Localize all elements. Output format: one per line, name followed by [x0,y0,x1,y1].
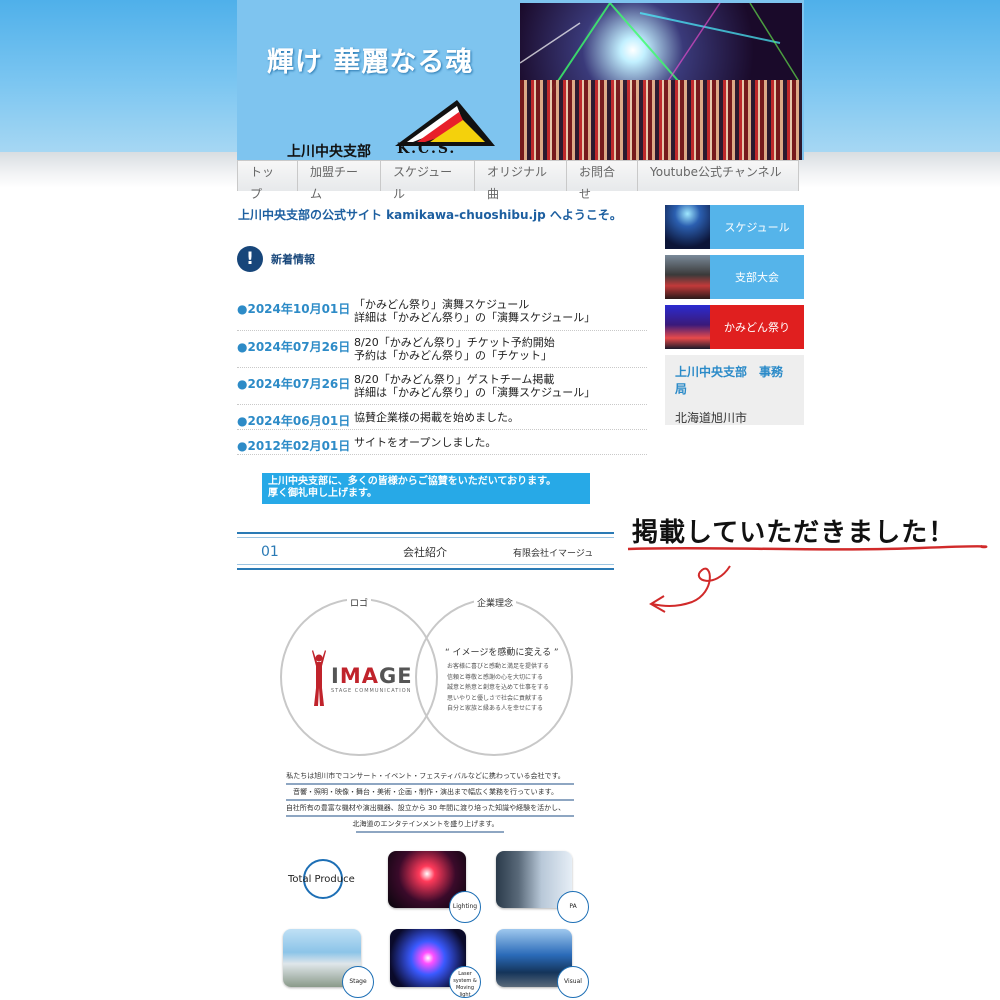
sponsor-thanks-banner: 上川中央支部に、多くの皆様からご協賛をいただいております。 厚く御礼申し上げます… [262,473,590,504]
venn-circles [280,598,573,756]
sponsor-section-header: 01 会社紹介 有限会社イマージュ [237,532,614,570]
philosophy-label: 企業理念 [474,596,517,609]
nav-item-schedule[interactable]: スケジュール [381,161,475,201]
news-date: ●2024年07月26日 [237,377,351,391]
header-branch: 上川中央支部 [287,144,371,160]
news-date: ●2012年02月01日 [237,439,351,453]
sidebar-item-kamidon-festival[interactable]: かみどん祭り [665,305,804,349]
news-line: 8/20「かみどん祭り」ゲストチーム掲載 [354,373,555,386]
section-number: 01 [261,544,279,560]
news-date: ●2024年10月01日 [237,302,351,316]
schedule-thumbnail [665,205,710,249]
sidebar-label: 支部大会 [735,271,779,284]
logo-main-letter: MA [339,664,379,688]
news-heading: 新着情報 [271,253,315,266]
sidebar-item-schedule[interactable]: スケジュール [665,205,804,249]
news-item[interactable]: ●2012年02月01日 サイトをオープンしました。 [237,430,647,455]
nav-item-top[interactable]: トップ [237,161,298,201]
news-date: ●2024年06月01日 [237,414,351,428]
philosophy-line: 誠意と熱意と創意を込めて仕事をする [447,684,550,691]
news-line: 「かみどん祭り」演舞スケジュール [354,298,530,311]
philosophy-line: 信頼と尊敬と感謝の心を大切にする [447,673,544,681]
total-produce-label: Total Produce [288,874,355,885]
thanks-line: 上川中央支部に、多くの皆様からご協賛をいただいております。 [268,476,557,487]
sidebar-label: かみどん祭り [724,321,790,334]
news-line: 予約は「かみどん祭り」の「チケット」 [354,349,552,362]
exclamation-icon: ! [237,246,263,272]
news-list: ●2024年10月01日 「かみどん祭り」演舞スケジュール 詳細は「かみどん祭り… [237,296,647,455]
news-line: サイトをオープンしました。 [354,436,497,449]
philosophy-line: お客様に喜びと感動と満足を提供する [447,663,550,670]
news-item[interactable]: ●2024年07月26日 8/20「かみどん祭り」ゲストチーム掲載 詳細は「かみ… [237,368,647,405]
tournament-thumbnail [665,255,710,299]
logo-label: ロゴ [347,596,372,609]
section-title: 会社紹介 [403,546,447,559]
company-logo-subtitle: STAGE COMMUNICATION [331,688,412,694]
nav-item-youtube[interactable]: Youtube公式チャンネル [638,161,799,191]
news-line: 協賛企業様の掲載を始めました。 [354,411,519,424]
news-date: ●2024年07月26日 [237,340,351,354]
company-logo-text: IMAGE [331,664,413,688]
description-underlines [286,783,574,833]
philosophy-list: お客様に喜びと感動と満足を提供する 信頼と尊敬と感謝の心を大切にする 誠意と熱意… [447,662,549,715]
thanks-line: 厚く御礼申し上げます。 [268,488,377,499]
news-line: 詳細は「かみどん祭り」の「演舞スケジュール」 [354,311,596,324]
laser-badge: Laser system & Moving light [449,966,481,998]
news-text: 「かみどん祭り」演舞スケジュール 詳細は「かみどん祭り」の「演舞スケジュール」 [354,298,595,326]
stage-badge: Stage [342,966,374,998]
news-item[interactable]: ●2024年06月01日 協賛企業様の掲載を始めました。 [237,405,647,430]
news-text: 協賛企業様の掲載を始めました。 [354,410,519,425]
sidebar-label: スケジュール [724,221,790,234]
lighting-badge: Lighting [449,891,481,923]
welcome-text: 上川中央支部の公式サイト kamikawa-chuoshibu.jp へようこそ… [238,208,622,222]
crowd-image [520,80,802,160]
sidebar: スケジュール 支部大会 かみどん祭り 上川中央支部 事務局 北海道旭川市 [665,205,804,425]
header-logo-text: K.C.S. [397,141,457,157]
nav-item-teams[interactable]: 加盟チーム [298,161,381,201]
site-header: 輝け 華麗なる魂 上川中央支部 K.C.S. [237,0,804,160]
concert-photo [520,3,802,160]
company-motto: “ イメージを感動に変える ” [445,648,559,658]
visual-badge: Visual [557,966,589,998]
news-text: サイトをオープンしました。 [354,435,496,450]
logo-main: IMAGE [331,664,413,688]
header-title: 輝け 華麗なる魂 [267,47,474,78]
news-item[interactable]: ●2024年10月01日 「かみどん祭り」演舞スケジュール 詳細は「かみどん祭り… [237,296,647,331]
news-text: 8/20「かみどん祭り」ゲストチーム掲載 詳細は「かみどん祭り」の「演舞スケジュ… [354,373,595,400]
news-line: 詳細は「かみどん祭り」の「演舞スケジュール」 [354,386,596,399]
office-title: 上川中央支部 事務局 [675,365,784,396]
logo-main-letter: I [331,664,340,688]
philosophy-line: 思いやりと優しさで社会に貢献する [447,694,544,702]
pa-badge: PA [557,891,589,923]
philosophy-line: 自分と家族と縁ある人を幸せにする [447,705,544,712]
news-text: 8/20「かみどん祭り」チケット予約開始 予約は「かみどん祭り」の「チケット」 [354,336,555,363]
annotation-underline-arrow-icon [627,544,988,613]
nav-item-original-songs[interactable]: オリジナル曲 [475,161,567,201]
main-nav: トップ 加盟チーム スケジュール オリジナル曲 お問合せ Youtube公式チャ… [237,160,799,201]
news-item[interactable]: ●2024年07月26日 8/20「かみどん祭り」チケット予約開始 予約は「かみ… [237,331,647,368]
nav-item-contact[interactable]: お問合せ [567,161,638,201]
office-info: 上川中央支部 事務局 北海道旭川市 [665,355,804,425]
sidebar-item-branch-tournament[interactable]: 支部大会 [665,255,804,299]
dancer-logo-icon [312,650,326,706]
logo-main-letter: GE [378,664,413,688]
festival-thumbnail [665,305,710,349]
office-address: 北海道旭川市 [675,411,748,425]
news-line: 8/20「かみどん祭り」チケット予約開始 [354,336,555,349]
company-name: 有限会社イマージュ [513,549,594,559]
